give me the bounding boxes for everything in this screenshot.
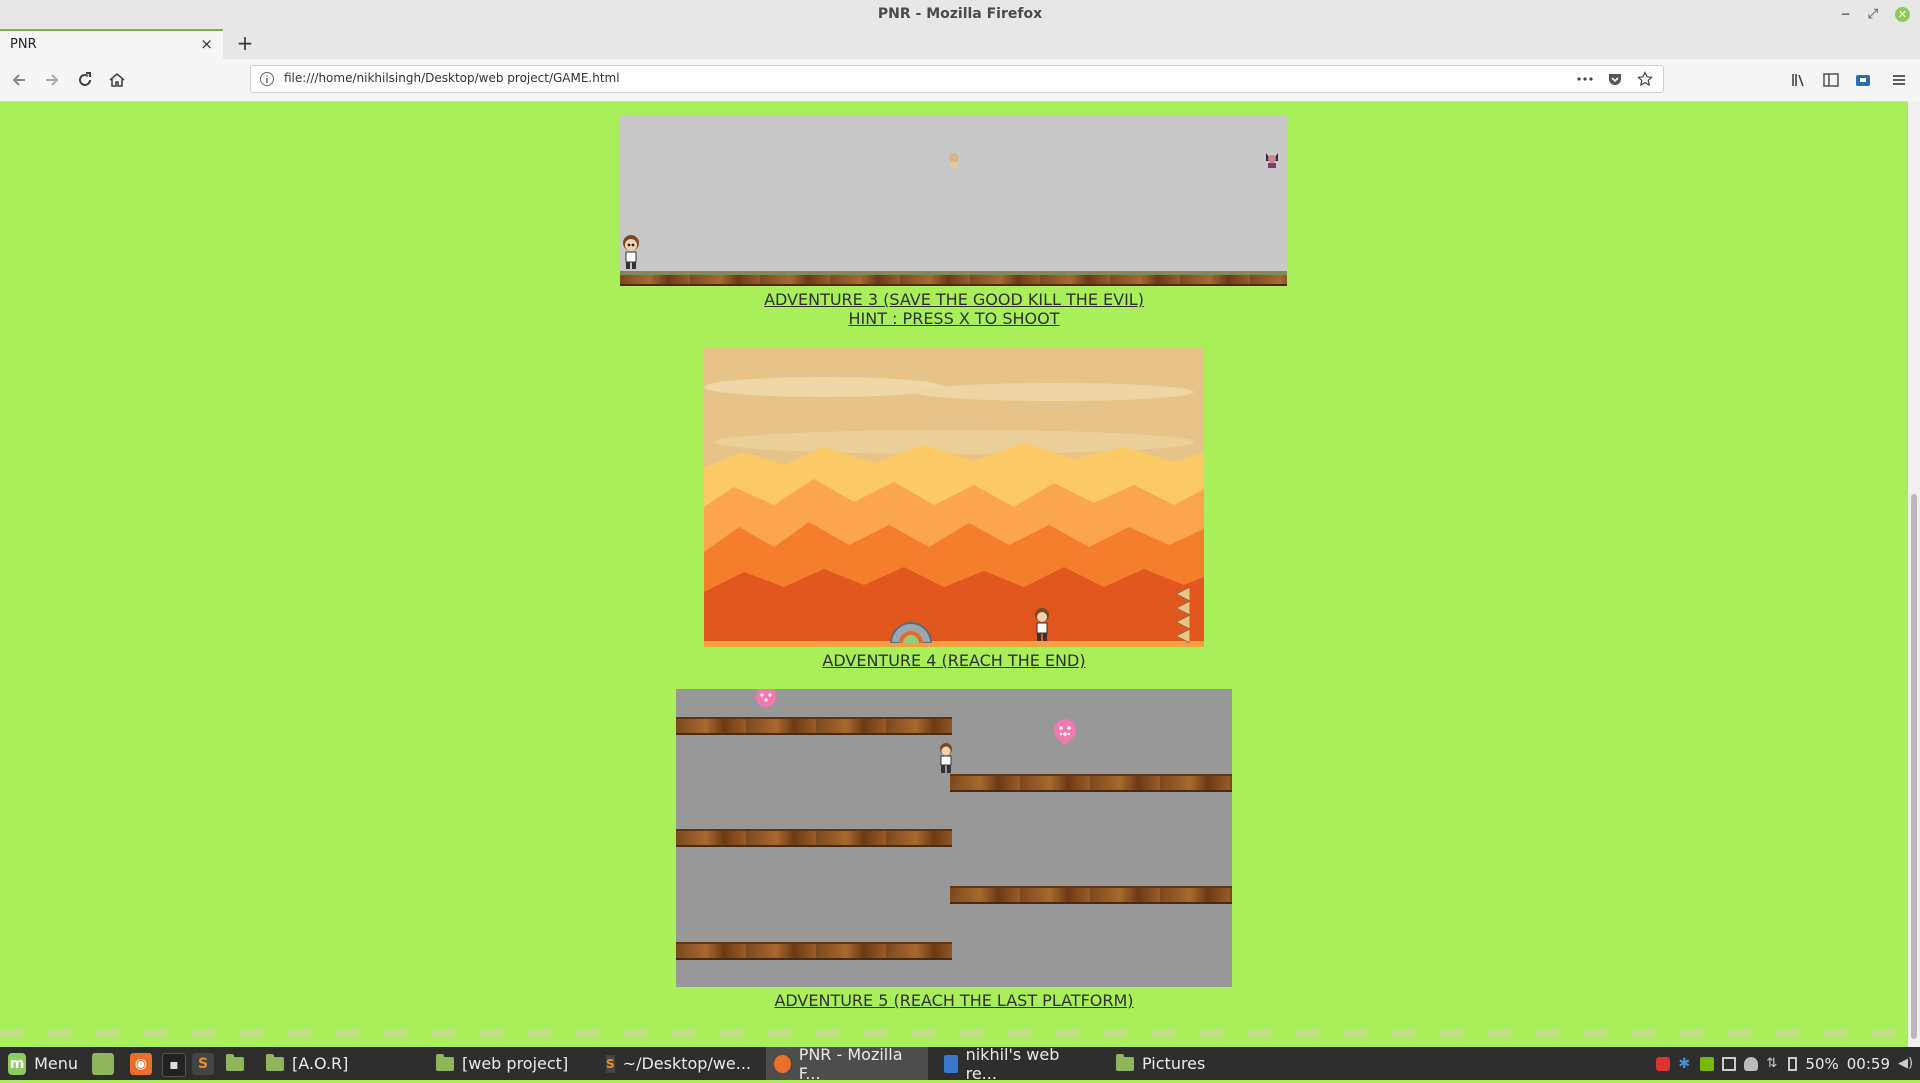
- menu-icon[interactable]: [1886, 67, 1912, 93]
- terminal-launcher-icon[interactable]: ▪: [162, 1053, 186, 1077]
- taskbar-item-label: ~/Desktop/we...: [622, 1054, 752, 1073]
- folder-icon: [1116, 1053, 1134, 1071]
- good-character-sprite: [949, 153, 959, 167]
- evil-character-sprite: [1266, 153, 1278, 168]
- system-tray: ✱ ⇅ 50% 00:59 ◀): [1656, 1047, 1913, 1080]
- taskbar-item-firefox[interactable]: PNR - Mozilla F...: [766, 1044, 928, 1083]
- tab-strip: PNR × +: [0, 29, 1920, 59]
- reload-icon[interactable]: [72, 67, 98, 93]
- navigation-toolbar: file:///home/nikhilsingh/Desktop/web pro…: [0, 59, 1920, 102]
- taskbar: m Menu ◉ ▪ S [A.O.R] [web project] S ~/D…: [0, 1044, 1920, 1083]
- platform: [950, 886, 1232, 904]
- pink-blob-enemy: [1054, 719, 1076, 745]
- game-canvas-adventure-5[interactable]: [676, 689, 1232, 987]
- show-desktop-icon[interactable]: [92, 1053, 114, 1075]
- sublime-launcher-icon[interactable]: S: [192, 1053, 214, 1075]
- window-titlebar: PNR - Mozilla Firefox ‒ ⤢ ✕: [0, 0, 1920, 29]
- monitor-icon[interactable]: [1722, 1056, 1737, 1071]
- forward-icon[interactable]: [39, 67, 65, 93]
- pink-blob-enemy: [756, 689, 776, 707]
- vertical-scrollbar[interactable]: [1908, 101, 1920, 1047]
- taskbar-item-label: nikhil's web re...: [965, 1044, 1060, 1083]
- library-icon[interactable]: [1786, 67, 1812, 93]
- platform: [676, 829, 952, 847]
- shield-icon[interactable]: [1656, 1056, 1671, 1071]
- url-bar[interactable]: file:///home/nikhilsingh/Desktop/web pro…: [250, 65, 1664, 93]
- taskbar-item-sublime[interactable]: S ~/Desktop/we...: [598, 1047, 758, 1080]
- start-menu-button[interactable]: m Menu: [0, 1047, 86, 1080]
- player-sprite: [623, 235, 639, 269]
- tab-title: PNR: [10, 37, 37, 52]
- taskbar-item-label: [A.O.R]: [292, 1054, 349, 1073]
- game-canvas-adventure-3[interactable]: [620, 116, 1287, 286]
- more-icon[interactable]: [1575, 69, 1595, 89]
- adventure-3-hint[interactable]: HINT : PRESS X TO SHOOT: [0, 309, 1908, 328]
- saw-obstacle: [889, 622, 933, 643]
- window-title: PNR - Mozilla Firefox: [877, 6, 1043, 22]
- volume-icon[interactable]: ◀): [1898, 1056, 1913, 1071]
- player-sprite: [1035, 608, 1049, 641]
- player-sprite: [940, 743, 952, 773]
- maximize-icon[interactable]: ⤢: [1868, 0, 1878, 29]
- sidebar-icon[interactable]: [1818, 67, 1844, 93]
- scrollbar-thumb[interactable]: [1911, 494, 1917, 1039]
- home-icon[interactable]: [104, 67, 130, 93]
- spikes-obstacle: [1174, 587, 1190, 643]
- battery-icon[interactable]: [1788, 1056, 1798, 1071]
- bookmark-star-icon[interactable]: [1635, 69, 1655, 89]
- platform: [950, 774, 1232, 792]
- taskbar-item-pictures[interactable]: Pictures: [1108, 1047, 1248, 1080]
- adventure-5-link[interactable]: ADVENTURE 5 (REACH THE LAST PLATFORM): [0, 991, 1908, 1010]
- nvidia-icon[interactable]: [1700, 1056, 1715, 1071]
- page-footer-decoration: [0, 1029, 1908, 1037]
- files-launcher-icon[interactable]: [224, 1053, 246, 1075]
- url-text[interactable]: file:///home/nikhilsingh/Desktop/web pro…: [284, 71, 620, 85]
- firefox-icon: [774, 1054, 791, 1073]
- adventure-3-link[interactable]: ADVENTURE 3 (SAVE THE GOOD KILL THE EVIL…: [0, 290, 1908, 309]
- minimize-icon[interactable]: ‒: [1841, 0, 1850, 29]
- tab-close-icon[interactable]: ×: [200, 35, 213, 53]
- platform: [676, 717, 952, 735]
- ground-platform: [620, 271, 1287, 286]
- document-icon: [944, 1054, 958, 1073]
- taskbar-item-label: PNR - Mozilla F...: [798, 1044, 903, 1083]
- menu-label: Menu: [34, 1054, 78, 1073]
- taskbar-item-document[interactable]: nikhil's web re...: [936, 1044, 1100, 1083]
- tab-pnr[interactable]: PNR ×: [0, 29, 223, 59]
- close-icon[interactable]: ✕: [1895, 7, 1910, 22]
- game-canvas-adventure-4[interactable]: [704, 347, 1204, 647]
- pocket-icon[interactable]: [1605, 69, 1625, 89]
- network-icon[interactable]: ⇅: [1766, 1056, 1780, 1071]
- desert-background: [704, 347, 1204, 647]
- new-tab-button[interactable]: +: [231, 29, 259, 59]
- taskbar-item-label: [web project]: [462, 1054, 569, 1073]
- platform: [676, 942, 952, 960]
- info-icon[interactable]: [259, 71, 275, 87]
- taskbar-item-label: Pictures: [1142, 1054, 1206, 1073]
- sublime-icon: S: [606, 1054, 615, 1073]
- adventure-4-link[interactable]: ADVENTURE 4 (REACH THE END): [0, 651, 1908, 670]
- firefox-launcher-icon[interactable]: ◉: [130, 1053, 152, 1075]
- page-content: ADVENTURE 3 (SAVE THE GOOD KILL THE EVIL…: [0, 101, 1908, 1047]
- clock[interactable]: 00:59: [1847, 1055, 1890, 1073]
- taskbar-item-aor[interactable]: [A.O.R]: [258, 1047, 418, 1080]
- battery-percentage: 50%: [1805, 1054, 1839, 1073]
- folder-icon: [266, 1053, 284, 1071]
- folder-icon: [436, 1053, 454, 1071]
- bluetooth-icon[interactable]: ✱: [1678, 1057, 1692, 1071]
- mint-logo-icon: m: [8, 1052, 27, 1075]
- extension-icon[interactable]: [1850, 67, 1876, 93]
- back-icon[interactable]: [6, 67, 32, 93]
- user-icon[interactable]: [1744, 1056, 1759, 1071]
- taskbar-item-web-project[interactable]: [web project]: [428, 1047, 588, 1080]
